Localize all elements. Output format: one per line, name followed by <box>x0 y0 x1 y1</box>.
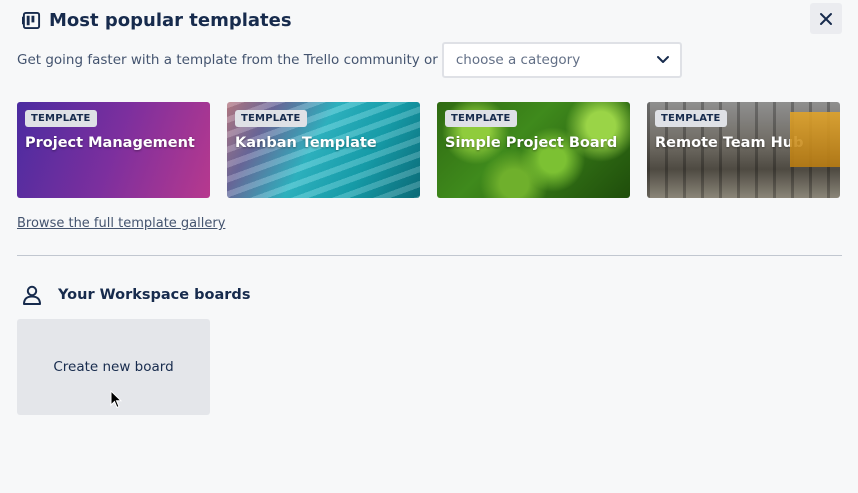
page-header: Most popular templates <box>22 10 292 31</box>
template-list: TEMPLATE Project Management TEMPLATE Kan… <box>17 102 840 198</box>
divider <box>17 255 842 256</box>
category-select-value: choose a category <box>455 52 581 68</box>
template-card-remote-team-hub[interactable]: TEMPLATE Remote Team Hub <box>647 102 840 198</box>
mouse-cursor-icon <box>110 390 122 409</box>
board-template-icon <box>22 11 41 30</box>
close-button[interactable] <box>810 3 842 34</box>
template-card-project-management[interactable]: TEMPLATE Project Management <box>17 102 210 198</box>
close-icon <box>820 12 832 25</box>
template-badge: TEMPLATE <box>445 110 517 127</box>
chevron-down-icon <box>656 56 669 63</box>
workspace-header: Your Workspace boards <box>22 285 250 305</box>
template-card-kanban[interactable]: TEMPLATE Kanban Template <box>227 102 420 198</box>
template-badge: TEMPLATE <box>655 110 727 127</box>
template-name: Remote Team Hub <box>655 135 804 151</box>
template-name: Simple Project Board <box>445 135 618 151</box>
template-name: Kanban Template <box>235 135 377 151</box>
template-badge: TEMPLATE <box>235 110 307 127</box>
workspace-title: Your Workspace boards <box>58 287 251 303</box>
template-card-simple-project-board[interactable]: TEMPLATE Simple Project Board <box>437 102 630 198</box>
template-badge: TEMPLATE <box>25 110 97 127</box>
browse-gallery-link[interactable]: Browse the full template gallery <box>17 216 225 231</box>
template-name: Project Management <box>25 135 195 151</box>
subtitle-text: Get going faster with a template from th… <box>17 52 438 68</box>
person-icon <box>23 285 41 305</box>
category-select[interactable]: choose a category <box>441 42 682 78</box>
create-board-label: Create new board <box>53 359 174 375</box>
subtitle-row: Get going faster with a template from th… <box>17 42 682 78</box>
page-title: Most popular templates <box>49 10 292 31</box>
